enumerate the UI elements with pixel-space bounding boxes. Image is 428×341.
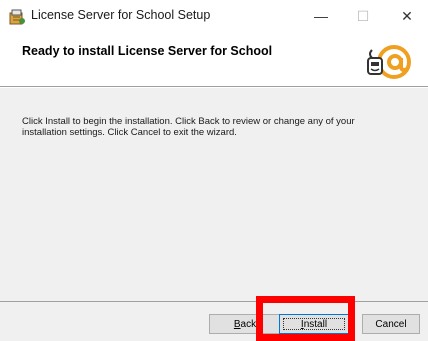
minimize-button[interactable]: —: [300, 0, 342, 32]
installer-app-icon: [9, 9, 25, 25]
title-bar: License Server for School Setup — ☐ ✕: [0, 0, 428, 32]
at-sign-logo-icon: [367, 45, 411, 79]
focus-ring: [283, 318, 345, 330]
wizard-body: Click Install to begin the installation.…: [0, 88, 428, 301]
wizard-header: Ready to install License Server for Scho…: [0, 32, 428, 86]
wizard-footer: Back Install Cancel: [0, 302, 428, 341]
back-button-label: Back: [233, 318, 257, 330]
header-divider: [0, 86, 428, 87]
window-title: License Server for School Setup: [31, 8, 211, 22]
back-button[interactable]: Back: [209, 314, 281, 334]
cancel-button-label: Cancel: [375, 318, 407, 330]
close-button[interactable]: ✕: [386, 0, 428, 32]
install-button[interactable]: Install: [279, 314, 349, 334]
cancel-button[interactable]: Cancel: [362, 314, 420, 334]
instruction-text: Click Install to begin the installation.…: [22, 116, 355, 138]
maximize-button[interactable]: ☐: [342, 0, 384, 32]
page-title: Ready to install License Server for Scho…: [22, 44, 273, 58]
